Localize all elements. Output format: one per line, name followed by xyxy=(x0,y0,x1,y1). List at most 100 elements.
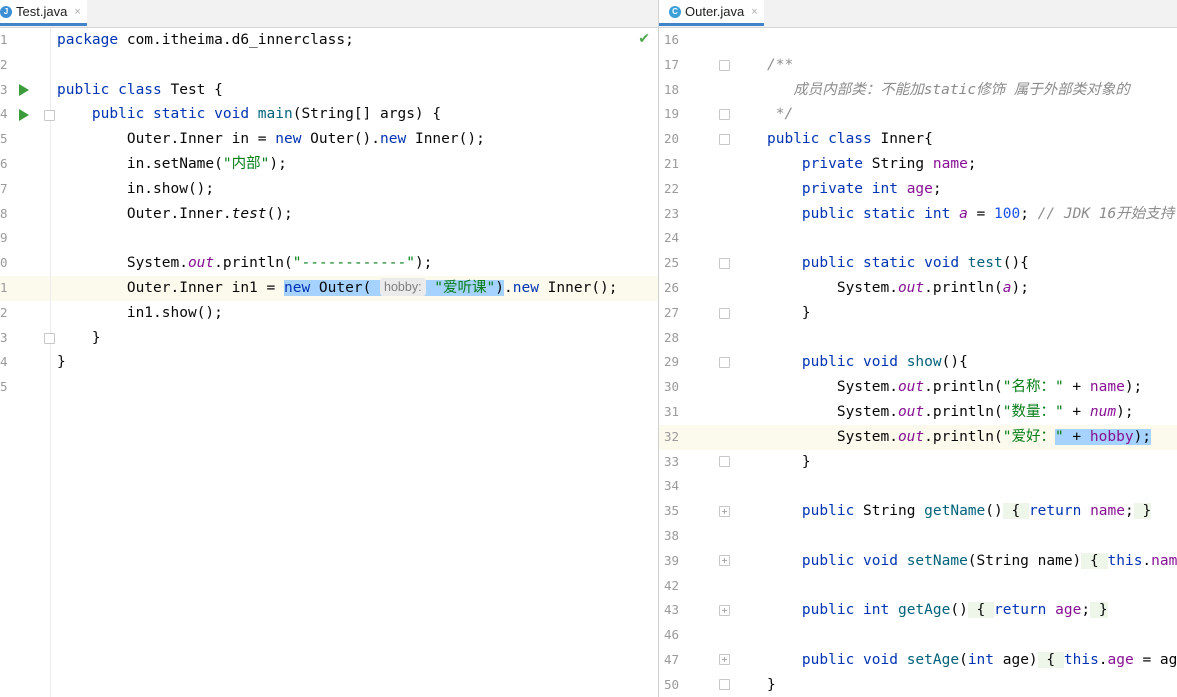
line-number: 6 xyxy=(0,156,8,171)
line-number: 5 xyxy=(0,131,8,147)
code-line: public static int a = 100; // JDK 16开始支持 xyxy=(801,205,1175,222)
gutter: 1 2 3 4 5 6 7 8 9 0 1 2 3 4 5 xyxy=(0,28,55,697)
code-line: } xyxy=(57,329,101,346)
close-icon[interactable]: × xyxy=(751,6,757,18)
class-file-icon: C xyxy=(669,5,681,18)
line-number: 9 xyxy=(0,230,8,246)
fold-icon[interactable] xyxy=(719,357,730,368)
expand-icon[interactable] xyxy=(719,654,730,665)
code-line: System.out.println("爱好：" + hobby); xyxy=(767,428,1152,445)
line-number: 22 xyxy=(664,180,680,196)
line-number: 28 xyxy=(664,329,680,345)
line-number: 23 xyxy=(664,205,680,221)
code-line: public void setAge(int age) { this.age =… xyxy=(801,652,1177,668)
fold-icon[interactable] xyxy=(719,134,730,145)
line-number: 20 xyxy=(664,131,680,147)
code-line: public void show(){ xyxy=(801,354,968,371)
code-line: in.show(); xyxy=(57,180,215,197)
code-line: System.out.println("------------"); xyxy=(57,255,433,272)
line-number: 7 xyxy=(0,180,8,196)
line-number: 3 xyxy=(0,329,8,345)
fold-icon[interactable] xyxy=(719,308,730,319)
code-line: public int getAge() { return age; } xyxy=(801,602,1108,619)
expand-icon[interactable] xyxy=(719,506,730,517)
code-line: package com.itheima.d6_innerclass; xyxy=(57,32,354,48)
line-number: 19 xyxy=(664,106,680,122)
tab-label: Test.java xyxy=(16,4,68,19)
tab-bar: J Test.java × xyxy=(0,0,658,28)
code-line: } xyxy=(57,354,66,371)
gutter: 16 17 18 19 20 21 22 23 24 25 26 27 28 2… xyxy=(659,28,749,697)
line-number: 39 xyxy=(664,552,680,568)
line-number: 32 xyxy=(664,428,680,444)
line-number: 50 xyxy=(664,676,680,692)
line-number: 24 xyxy=(664,230,680,246)
line-number: 16 xyxy=(664,32,680,47)
run-class-icon[interactable] xyxy=(19,84,29,96)
code-area[interactable]: ✔ package com.itheima.d6_innerclass; pub… xyxy=(51,28,658,697)
editor-pane-test: J Test.java × 1 2 3 4 5 6 7 8 9 0 1 2 3 … xyxy=(0,0,659,697)
code-line: public String getName() { return name; } xyxy=(801,503,1152,520)
line-number: 2 xyxy=(0,56,8,72)
expand-icon[interactable] xyxy=(719,605,730,616)
fold-icon[interactable] xyxy=(719,258,730,269)
code-line: } xyxy=(767,676,776,693)
code-line: System.out.println("名称：" + name); xyxy=(767,379,1143,396)
code-line: private int age; xyxy=(801,180,942,197)
line-number: 4 xyxy=(0,354,8,370)
code-line: /** xyxy=(767,56,794,73)
line-number: 26 xyxy=(664,280,680,295)
code-line: in.setName("内部"); xyxy=(57,156,287,172)
line-number: 2 xyxy=(0,304,8,320)
code-line: 成员内部类：不能加static修饰 属于外部类对象的 xyxy=(767,81,1130,98)
tab-bar: C Outer.java × xyxy=(659,0,1177,28)
code-line: System.out.println("数量：" + num); xyxy=(767,404,1134,420)
code-line: private String name; xyxy=(801,156,977,172)
line-number: 42 xyxy=(664,577,680,593)
close-icon[interactable]: × xyxy=(74,6,80,18)
fold-icon[interactable] xyxy=(719,679,730,690)
line-number: 47 xyxy=(664,652,680,667)
code-line: public class Test { xyxy=(57,81,223,98)
line-number: 0 xyxy=(0,255,8,271)
line-number: 1 xyxy=(0,280,8,295)
line-number: 43 xyxy=(664,602,680,618)
tab-test-java[interactable]: J Test.java × xyxy=(0,0,87,26)
java-file-icon: J xyxy=(0,5,12,18)
code-line: Outer.Inner in1 = new Outer( hobby: "爱听课… xyxy=(57,278,618,296)
line-number: 25 xyxy=(664,255,680,271)
line-number: 27 xyxy=(664,304,680,320)
expand-icon[interactable] xyxy=(719,555,730,566)
code-line: public class Inner{ xyxy=(767,131,933,148)
parameter-hint: hobby: xyxy=(380,278,426,296)
line-number: 8 xyxy=(0,205,8,221)
code-line: */ xyxy=(767,106,794,123)
tab-outer-java[interactable]: C Outer.java × xyxy=(659,0,764,26)
fold-icon[interactable] xyxy=(719,456,730,467)
code-line: public static void test(){ xyxy=(801,255,1029,272)
line-number: 21 xyxy=(664,156,680,171)
line-number: 30 xyxy=(664,379,680,395)
line-number: 34 xyxy=(664,478,680,494)
line-number: 29 xyxy=(664,354,680,370)
line-number: 35 xyxy=(664,503,680,519)
code-line: public static void main(String[] args) { xyxy=(91,106,442,123)
line-number: 33 xyxy=(664,453,680,469)
tab-label: Outer.java xyxy=(685,4,745,19)
code-line: Outer.Inner in = new Outer().new Inner()… xyxy=(57,131,485,148)
line-number: 46 xyxy=(664,627,680,643)
line-number: 5 xyxy=(0,379,8,395)
line-number: 38 xyxy=(664,528,680,543)
line-number: 1 xyxy=(0,32,8,47)
line-number: 31 xyxy=(664,404,680,419)
code-area[interactable]: /** 成员内部类：不能加static修饰 属于外部类对象的 */ public… xyxy=(749,28,1177,697)
fold-icon[interactable] xyxy=(719,60,730,71)
fold-icon[interactable] xyxy=(719,109,730,120)
code-line: System.out.println(a); xyxy=(767,280,1029,296)
code-line: } xyxy=(767,304,811,321)
line-number: 4 xyxy=(0,106,8,122)
run-main-icon[interactable] xyxy=(19,109,29,121)
code-line: } xyxy=(767,453,811,470)
line-number: 3 xyxy=(0,81,8,97)
line-number: 18 xyxy=(664,81,680,97)
